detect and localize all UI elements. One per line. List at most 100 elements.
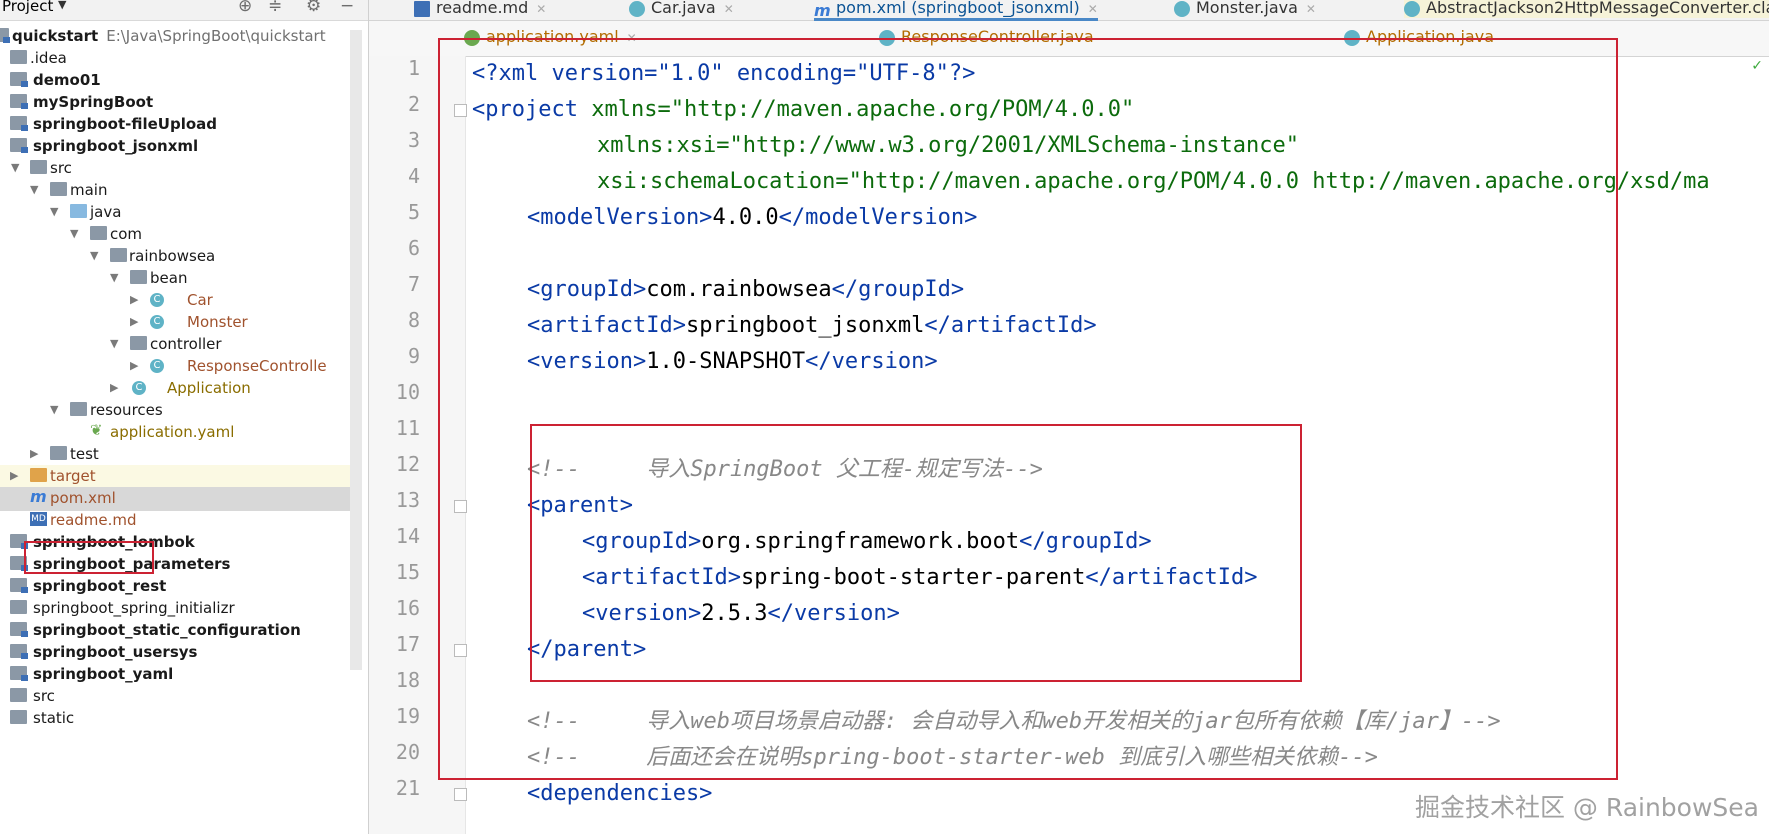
chevron-down-icon[interactable]: ▼ [50,403,58,416]
tree-item-idea[interactable]: .idea [0,47,360,71]
xml-tag: <modelVersion> [527,205,713,230]
fold-marker[interactable] [454,788,467,801]
tree-item-yaml[interactable]: springboot_yaml [0,663,360,687]
tab-application-yaml[interactable]: application.yaml ✕ [464,27,637,47]
tree-item-quickstart[interactable]: quickstart E:\Java\SpringBoot\quickstart [0,25,360,49]
tree-item-car[interactable]: ▶ C Car [0,289,360,313]
tree-item-main[interactable]: ▼ main [0,179,360,203]
close-icon[interactable]: ✕ [1088,2,1098,16]
xml-tag: <groupId> [527,277,647,302]
code-line-1: <?xml version="1.0" encoding="UTF-8"?> [472,56,975,92]
tree-item-myspringboot[interactable]: mySpringBoot [0,91,360,115]
code-line-16: <version>2.5.3</version> [582,596,900,632]
editor-tab-bar-2: application.yaml ✕ ResponseController.jav… [369,21,1769,57]
code-line-19: <!-- 导入web项目场景启动器: 会自动导入和web开发相关的jar包所有依… [527,704,1501,740]
tab-car[interactable]: Car.java ✕ [629,0,734,18]
tree-item-label: java [90,203,122,221]
tree-item-com[interactable]: ▼ com [0,223,360,247]
tree-item-resources[interactable]: ▼ resources [0,399,360,423]
code-editor[interactable]: <?xml version="1.0" encoding="UTF-8"?> <… [472,56,1762,834]
tree-item-readme[interactable]: MD readme.md [0,509,360,533]
folder-icon [30,160,47,174]
target-icon[interactable]: ⊕ [238,0,252,16]
tree-item-label: com [110,225,143,243]
tree-item-fileupload[interactable]: springboot-fileUpload [0,113,360,137]
collapse-icon[interactable]: ≑ [268,0,282,16]
close-icon[interactable]: ✕ [724,2,734,16]
tree-item-application[interactable]: ▶ C Application [0,377,360,401]
tree-item-rainbowsea[interactable]: ▼ rainbowsea [0,245,360,269]
chevron-right-icon[interactable]: ▶ [130,359,138,372]
close-icon[interactable]: ✕ [1306,2,1316,16]
tab-responsecontroller[interactable]: ResponseController.java [879,27,1094,47]
project-scrollbar[interactable] [350,30,362,670]
fold-marker[interactable] [454,500,467,513]
xml-value: "http://www.w3.org/2001/XMLSchema-instan… [729,133,1299,158]
tree-item-responsecontroller[interactable]: ▶ C ResponseControlle [0,355,360,379]
chevron-down-icon[interactable]: ▼ [70,227,78,240]
chevron-down-icon[interactable]: ▼ [30,183,38,196]
tree-item-usersys[interactable]: springboot_usersys [0,641,360,665]
tree-item-bean[interactable]: ▼ bean [0,267,360,291]
tab-label: ResponseController.java [901,27,1094,46]
tree-item-monster[interactable]: ▶ C Monster [0,311,360,335]
tab-application-java[interactable]: Application.java [1344,27,1494,47]
gear-icon[interactable]: ⚙ [306,0,321,16]
close-icon[interactable]: ✕ [627,31,637,45]
tree-item-target[interactable]: ▶ target [0,465,360,489]
chevron-right-icon[interactable]: ▶ [30,447,38,460]
tree-item-rest[interactable]: springboot_rest [0,575,360,599]
tab-monster[interactable]: Monster.java ✕ [1174,0,1316,18]
close-icon[interactable]: ✕ [536,2,546,16]
tree-item-label: ResponseControlle [187,357,327,375]
tree-item-parameters[interactable]: springboot_parameters [0,553,360,577]
code-line-4: xsi:schemaLocation="http://maven.apache.… [597,164,1710,200]
tab-label: readme.md [436,0,529,17]
line-number: 10 [395,380,420,404]
line-number: 13 [395,488,420,512]
chevron-down-icon[interactable]: ▼ [110,271,118,284]
chevron-down-icon[interactable]: ▼ [110,337,118,350]
tree-item-test[interactable]: ▶ test [0,443,360,467]
tree-item-pom-xml[interactable]: m pom.xml [0,487,360,511]
minimize-icon[interactable]: − [340,0,354,16]
xml-tag: </parent> [527,637,647,662]
fold-marker[interactable] [454,644,467,657]
chevron-down-icon[interactable]: ▼ [90,249,98,262]
tree-item-src[interactable]: ▼ src [0,157,360,181]
project-panel-title[interactable]: Project [2,0,53,15]
tab-pom[interactable]: m pom.xml (springboot_jsonxml) ✕ [814,0,1098,21]
chevron-right-icon[interactable]: ▶ [130,293,138,306]
tree-item-initializr[interactable]: springboot_spring_initializr [0,597,360,621]
chevron-down-icon[interactable]: ▼ [58,0,66,11]
chevron-down-icon[interactable]: ▼ [11,161,19,174]
module-folder-icon [10,556,28,571]
chevron-right-icon[interactable]: ▶ [130,315,138,328]
tree-item-lombok[interactable]: springboot_lombok [0,531,360,555]
tree-item-demo01[interactable]: demo01 [0,69,360,93]
tab-readme[interactable]: readme.md ✕ [414,0,546,18]
xml-tag: <dependencies> [527,781,713,806]
chevron-right-icon[interactable]: ▶ [110,381,118,394]
tree-item-static[interactable]: static [0,707,360,731]
tree-item-static-config[interactable]: springboot_static_configuration [0,619,360,643]
tree-item-java[interactable]: ▼ java [0,201,360,225]
tree-item-controller[interactable]: ▼ controller [0,333,360,357]
tab-label: application.yaml [486,27,619,46]
tree-item-label: springboot_static_configuration [33,621,301,639]
chevron-down-icon[interactable]: ▼ [50,205,58,218]
code-line-7: <groupId>com.rainbowsea</groupId> [527,272,964,308]
folder-icon [10,50,27,64]
tree-item-src-root[interactable]: src [0,685,360,709]
tab-abstractjackson[interactable]: AbstractJackson2HttpMessageConverter.cla… [1404,0,1769,18]
xml-value: "http://maven.apache.org/POM/4.0.0" [670,97,1135,122]
chevron-right-icon[interactable]: ▶ [10,469,18,482]
line-number: 6 [407,236,420,260]
xml-tag: </artifactId> [924,313,1097,338]
tree-item-label: pom.xml [50,489,116,507]
tree-item-jsonxml[interactable]: springboot_jsonxml [0,135,360,159]
tree-item-application-yaml[interactable]: ❦ application.yaml [0,421,360,445]
class-icon: C [150,315,164,329]
xml-tag: </version> [805,349,938,374]
fold-marker[interactable] [454,104,467,117]
